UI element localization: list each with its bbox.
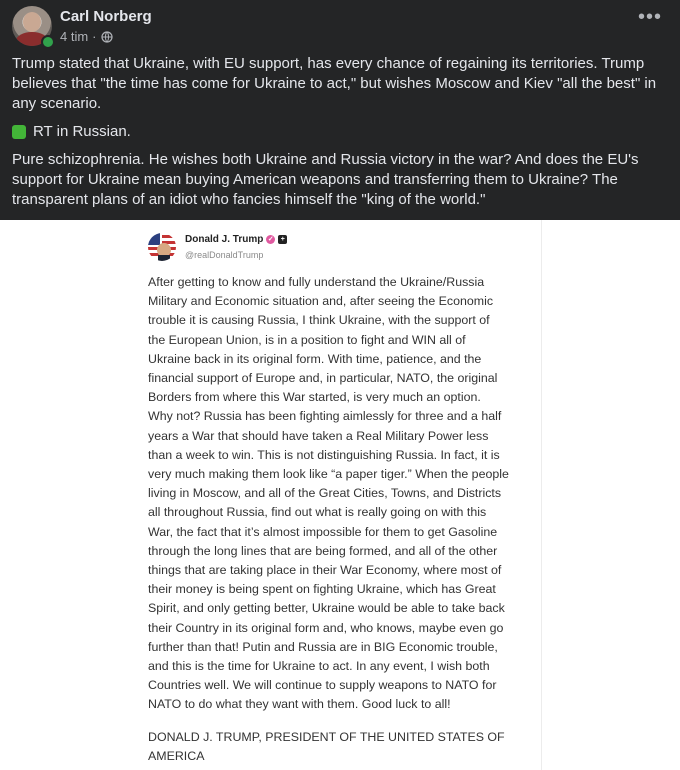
flag-badge-icon: + — [278, 235, 288, 244]
post-meta: 4 tim · — [60, 29, 113, 44]
post-image[interactable]: Donald J. Trump ✓ + @realDonaldTrump Aft… — [0, 220, 680, 770]
embedded-author-name-text: Donald J. Trump — [185, 234, 264, 245]
embedded-post-body: After getting to know and fully understa… — [148, 275, 509, 712]
online-status-dot — [41, 35, 55, 49]
author-name[interactable]: Carl Norberg — [60, 8, 152, 25]
post-text-paragraph-2: RT in Russian. — [12, 122, 668, 142]
post-time[interactable]: 4 tim — [60, 29, 88, 44]
embedded-author-handle: @realDonaldTrump — [185, 250, 264, 260]
verified-badge-icon: ✓ — [266, 235, 276, 244]
meta-separator: · — [92, 29, 97, 44]
embedded-author-name: Donald J. Trump ✓ + — [185, 234, 288, 245]
post-text-paragraph-3: Pure schizophrenia. He wishes both Ukrai… — [12, 151, 639, 208]
green-square-icon — [12, 125, 26, 139]
more-horizontal-icon[interactable]: ••• — [638, 7, 662, 27]
post-header: Carl Norberg 4 tim · ••• — [0, 0, 680, 50]
post-text-paragraph-1: Trump stated that Ukraine, with EU suppo… — [12, 55, 657, 112]
image-edge-line — [541, 220, 542, 770]
globe-icon[interactable] — [100, 30, 113, 43]
embedded-author-avatar — [148, 233, 176, 261]
avatar-face — [23, 12, 41, 32]
facebook-post: Carl Norberg 4 tim · ••• Trump stated th… — [0, 0, 680, 770]
source-text: RT in Russian. — [33, 123, 131, 140]
embedded-post-signature: DONALD J. TRUMP, PRESIDENT OF THE UNITED… — [148, 730, 505, 764]
